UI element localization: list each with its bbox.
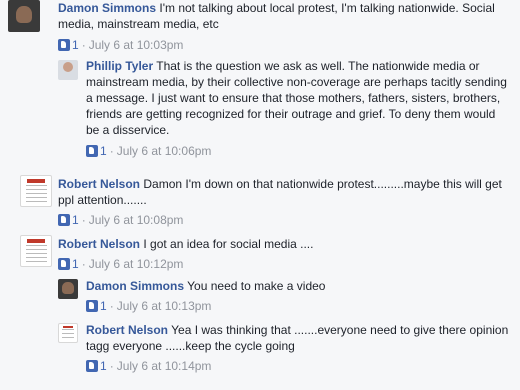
comment-author-link[interactable]: Robert Nelson — [58, 177, 140, 191]
comment-author-link[interactable]: Robert Nelson — [86, 323, 168, 337]
comment-timestamp[interactable]: July 6 at 10:14pm — [117, 359, 212, 373]
comment-author-link[interactable]: Damon Simmons — [86, 279, 184, 293]
thumbs-up-icon[interactable] — [86, 300, 98, 312]
comment-meta: 1 · July 6 at 10:12pm — [58, 256, 183, 272]
like-count[interactable]: 1 — [72, 38, 79, 52]
avatar[interactable] — [58, 60, 78, 80]
comment-author-link[interactable]: Phillip Tyler — [86, 59, 153, 73]
comment-author-link[interactable]: Robert Nelson — [58, 237, 140, 251]
like-count[interactable]: 1 — [72, 257, 79, 271]
thumbs-up-icon[interactable] — [86, 360, 98, 372]
comment-body: Damon Simmons You need to make a video — [86, 278, 511, 294]
comment-body: Phillip Tyler That is the question we as… — [86, 58, 511, 138]
comment-body: Robert Nelson Yea I was thinking that ..… — [86, 322, 511, 354]
comment-body: Damon Simmons I'm not talking about loca… — [58, 0, 513, 32]
thumbs-up-icon[interactable] — [58, 214, 70, 226]
like-count[interactable]: 1 — [100, 144, 107, 158]
avatar[interactable] — [58, 323, 78, 343]
thumbs-up-icon[interactable] — [58, 39, 70, 51]
comment-meta: 1 · July 6 at 10:13pm — [86, 298, 211, 314]
comment-meta: 1 · July 6 at 10:08pm — [58, 212, 183, 228]
comment-text: I got an idea for social media .... — [143, 237, 314, 251]
comment-timestamp[interactable]: July 6 at 10:08pm — [89, 213, 184, 227]
avatar[interactable] — [58, 279, 78, 299]
comment-text: You need to make a video — [187, 279, 326, 293]
thumbs-up-icon[interactable] — [86, 145, 98, 157]
comment-author-link[interactable]: Damon Simmons — [58, 1, 156, 15]
like-count[interactable]: 1 — [100, 299, 107, 313]
comment-timestamp[interactable]: July 6 at 10:03pm — [89, 38, 184, 52]
like-count[interactable]: 1 — [100, 359, 107, 373]
like-count[interactable]: 1 — [72, 213, 79, 227]
avatar[interactable] — [20, 175, 52, 207]
comment-timestamp[interactable]: July 6 at 10:12pm — [89, 257, 184, 271]
comment-timestamp[interactable]: July 6 at 10:06pm — [117, 144, 212, 158]
comment-body: Robert Nelson I got an idea for social m… — [58, 236, 513, 252]
comment-meta: 1 · July 6 at 10:14pm — [86, 358, 211, 374]
avatar[interactable] — [8, 0, 40, 32]
comment-meta: 1 · July 6 at 10:03pm — [58, 37, 183, 53]
thumbs-up-icon[interactable] — [58, 258, 70, 270]
comment-timestamp[interactable]: July 6 at 10:13pm — [117, 299, 212, 313]
comment-meta: 1 · July 6 at 10:06pm — [86, 143, 211, 159]
avatar[interactable] — [20, 235, 52, 267]
comment-body: Robert Nelson Damon I'm down on that nat… — [58, 176, 513, 208]
